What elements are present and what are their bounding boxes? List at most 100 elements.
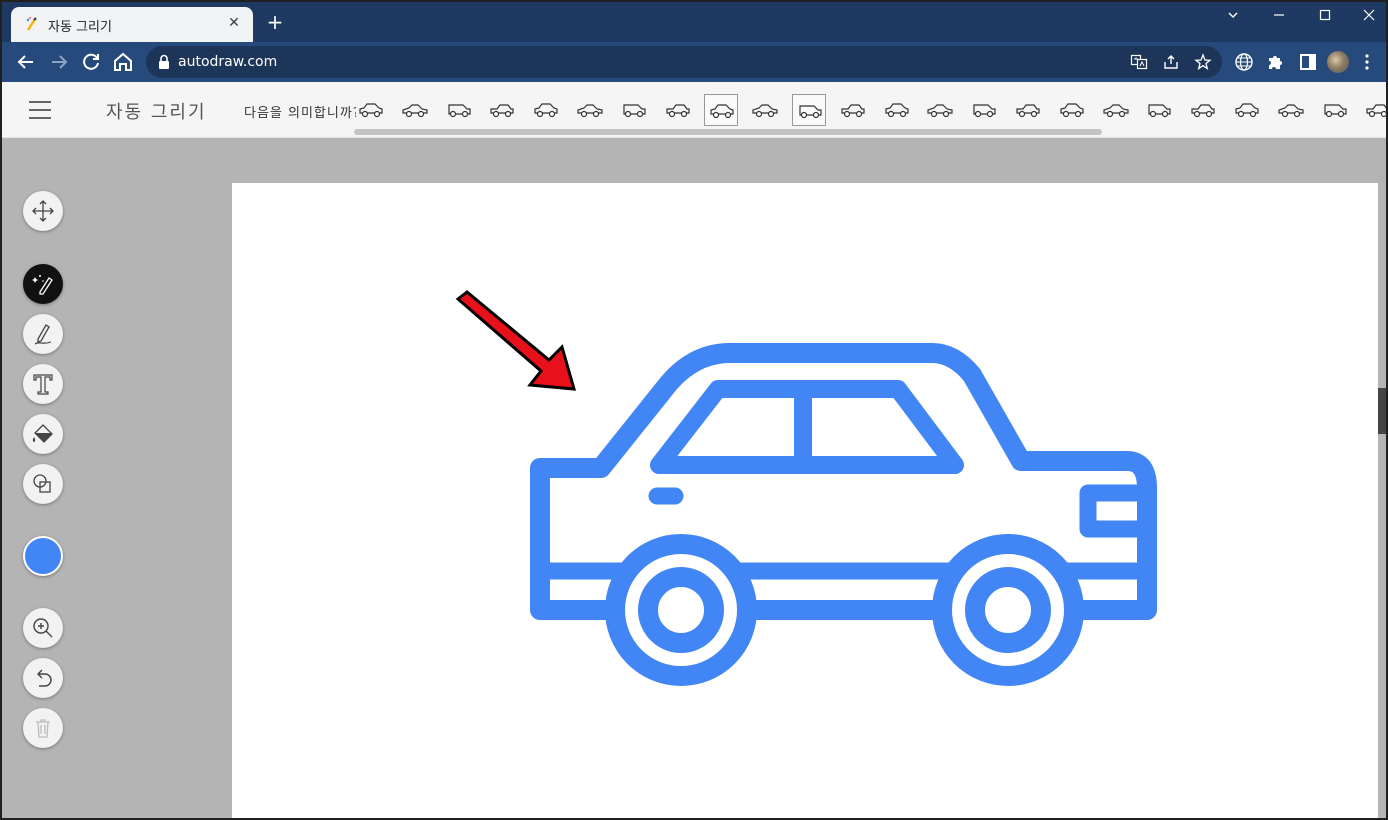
suggestion-strip xyxy=(356,92,1386,128)
globe-extension-icon[interactable] xyxy=(1234,52,1254,72)
suggestion-sports-car-icon[interactable] xyxy=(398,94,432,126)
coupe-icon xyxy=(665,104,690,118)
suv-front-icon xyxy=(359,103,383,118)
shape-tool-button[interactable] xyxy=(23,464,63,504)
translate-icon[interactable] xyxy=(1130,53,1148,71)
suggestion-suv-front-icon[interactable] xyxy=(356,94,388,126)
car-front-icon xyxy=(752,104,778,118)
suggestion-pickup-icon[interactable] xyxy=(529,94,563,126)
side-panel-icon[interactable] xyxy=(1298,52,1318,72)
suggestion-van-front-icon[interactable] xyxy=(1142,94,1176,126)
app-header: 자동 그리기 다음을 의미합니까? xyxy=(2,82,1386,138)
tab-title: 자동 그리기 xyxy=(48,20,112,35)
low-car-icon xyxy=(577,104,603,118)
suggestion-coupe-icon[interactable] xyxy=(661,94,695,126)
suggestion-bus-icon[interactable] xyxy=(836,94,870,126)
zoom-in-icon xyxy=(33,618,53,638)
canvas-drawing xyxy=(455,290,1157,686)
color-picker-swatch[interactable] xyxy=(23,536,63,576)
suggestion-wagon-icon[interactable] xyxy=(1361,94,1386,126)
paint-bucket-icon xyxy=(32,424,53,443)
forward-icon[interactable] xyxy=(47,50,71,74)
move-tool-button[interactable] xyxy=(23,191,63,231)
suggestion-car-top-icon[interactable] xyxy=(442,94,476,126)
suggestion-scrollbar[interactable] xyxy=(354,129,1102,135)
bookmark-star-icon[interactable] xyxy=(1194,53,1212,71)
lock-icon[interactable] xyxy=(158,54,170,70)
suggestion-race-car-top-icon[interactable] xyxy=(485,94,519,126)
suggestion-car-front-icon[interactable] xyxy=(748,94,782,126)
suggestion-fire-truck-icon[interactable] xyxy=(923,94,957,126)
car-drawing[interactable] xyxy=(530,343,1157,686)
browser-toolbar: autodraw.com xyxy=(2,42,1386,82)
title-bar: 자동 그리기 ✕ + xyxy=(2,2,1386,42)
autodraw-favicon-icon xyxy=(26,17,37,31)
type-tool-button[interactable] xyxy=(23,364,63,404)
semi-truck-front-icon xyxy=(1060,103,1084,118)
browser-menu-icon[interactable] xyxy=(1364,53,1370,71)
minimize-icon[interactable] xyxy=(1256,2,1302,28)
back-icon[interactable] xyxy=(14,50,38,74)
wagon-icon xyxy=(1366,104,1386,118)
delete-tool-button[interactable] xyxy=(23,708,63,748)
zoom-tool-button[interactable] xyxy=(23,608,63,648)
suggestion-tractor-icon[interactable] xyxy=(1230,94,1264,126)
pencil-icon xyxy=(34,324,52,345)
magic-pencil-icon xyxy=(32,275,53,295)
suggestion-low-car-icon[interactable] xyxy=(573,94,607,126)
autodraw-tool-button[interactable] xyxy=(23,264,63,304)
undo-icon xyxy=(37,669,52,687)
tractor-icon xyxy=(1235,103,1259,118)
long-truck-icon xyxy=(973,104,996,118)
hatchback-icon xyxy=(799,105,822,119)
hamburger-menu-icon[interactable] xyxy=(29,101,51,119)
trash-icon xyxy=(36,719,50,738)
suggestion-label: 다음을 의미합니까? xyxy=(244,106,356,121)
tab-close-icon[interactable]: ✕ xyxy=(225,14,243,32)
app-title: 자동 그리기 xyxy=(106,102,207,123)
browser-window: 자동 그리기 ✕ + autodraw.com 자동 그리기 다음을 의미합니까… xyxy=(0,0,1388,820)
race-car-top-icon xyxy=(490,104,514,118)
tractor-3-icon xyxy=(1323,104,1347,118)
red-arrow-annotation xyxy=(455,290,577,391)
tow-truck-icon xyxy=(1016,104,1040,118)
car-top-icon xyxy=(447,104,471,118)
drawing-canvas[interactable] xyxy=(232,183,1378,818)
tram-icon xyxy=(884,103,909,118)
suggestion-tow-truck-icon[interactable] xyxy=(1011,94,1045,126)
fill-tool-button[interactable] xyxy=(23,414,63,454)
browser-tab[interactable]: 자동 그리기 ✕ xyxy=(11,7,253,42)
profile-avatar[interactable] xyxy=(1327,51,1349,73)
suggestion-compact-car-icon[interactable] xyxy=(617,94,651,126)
url-text: autodraw.com xyxy=(178,54,278,70)
address-bar[interactable]: autodraw.com xyxy=(146,46,1222,78)
suggestion-long-truck-icon[interactable] xyxy=(967,94,1001,126)
new-tab-button[interactable]: + xyxy=(264,12,286,34)
suggestion-tractor-2-icon[interactable] xyxy=(1274,94,1308,126)
move-icon xyxy=(32,200,54,222)
close-window-icon[interactable] xyxy=(1346,2,1386,28)
suggestion-tram-icon[interactable] xyxy=(880,94,914,126)
van-front-icon xyxy=(1148,104,1171,118)
maximize-icon[interactable] xyxy=(1302,2,1348,28)
tab-search-icon[interactable] xyxy=(1210,2,1256,28)
draw-tool-button[interactable] xyxy=(23,314,63,354)
pickup-side-icon xyxy=(1102,104,1129,118)
suggestion-limo-icon[interactable] xyxy=(1186,94,1220,126)
suggestion-sedan-icon[interactable] xyxy=(704,94,739,126)
page-scrollbar[interactable] xyxy=(1378,388,1386,434)
share-icon[interactable] xyxy=(1162,53,1180,71)
compact-car-icon xyxy=(623,104,646,118)
suggestion-semi-truck-front-icon[interactable] xyxy=(1055,94,1089,126)
undo-tool-button[interactable] xyxy=(23,658,63,698)
reload-icon[interactable] xyxy=(79,50,103,74)
suggestion-tractor-3-icon[interactable] xyxy=(1318,94,1352,126)
home-icon[interactable] xyxy=(111,50,135,74)
fire-truck-icon xyxy=(927,104,953,118)
extensions-puzzle-icon[interactable] xyxy=(1266,52,1286,72)
shapes-icon xyxy=(33,474,51,493)
sedan-icon xyxy=(710,104,734,119)
pickup-icon xyxy=(534,103,558,118)
suggestion-pickup-side-icon[interactable] xyxy=(1099,94,1133,126)
suggestion-hatchback-icon[interactable] xyxy=(792,94,826,126)
